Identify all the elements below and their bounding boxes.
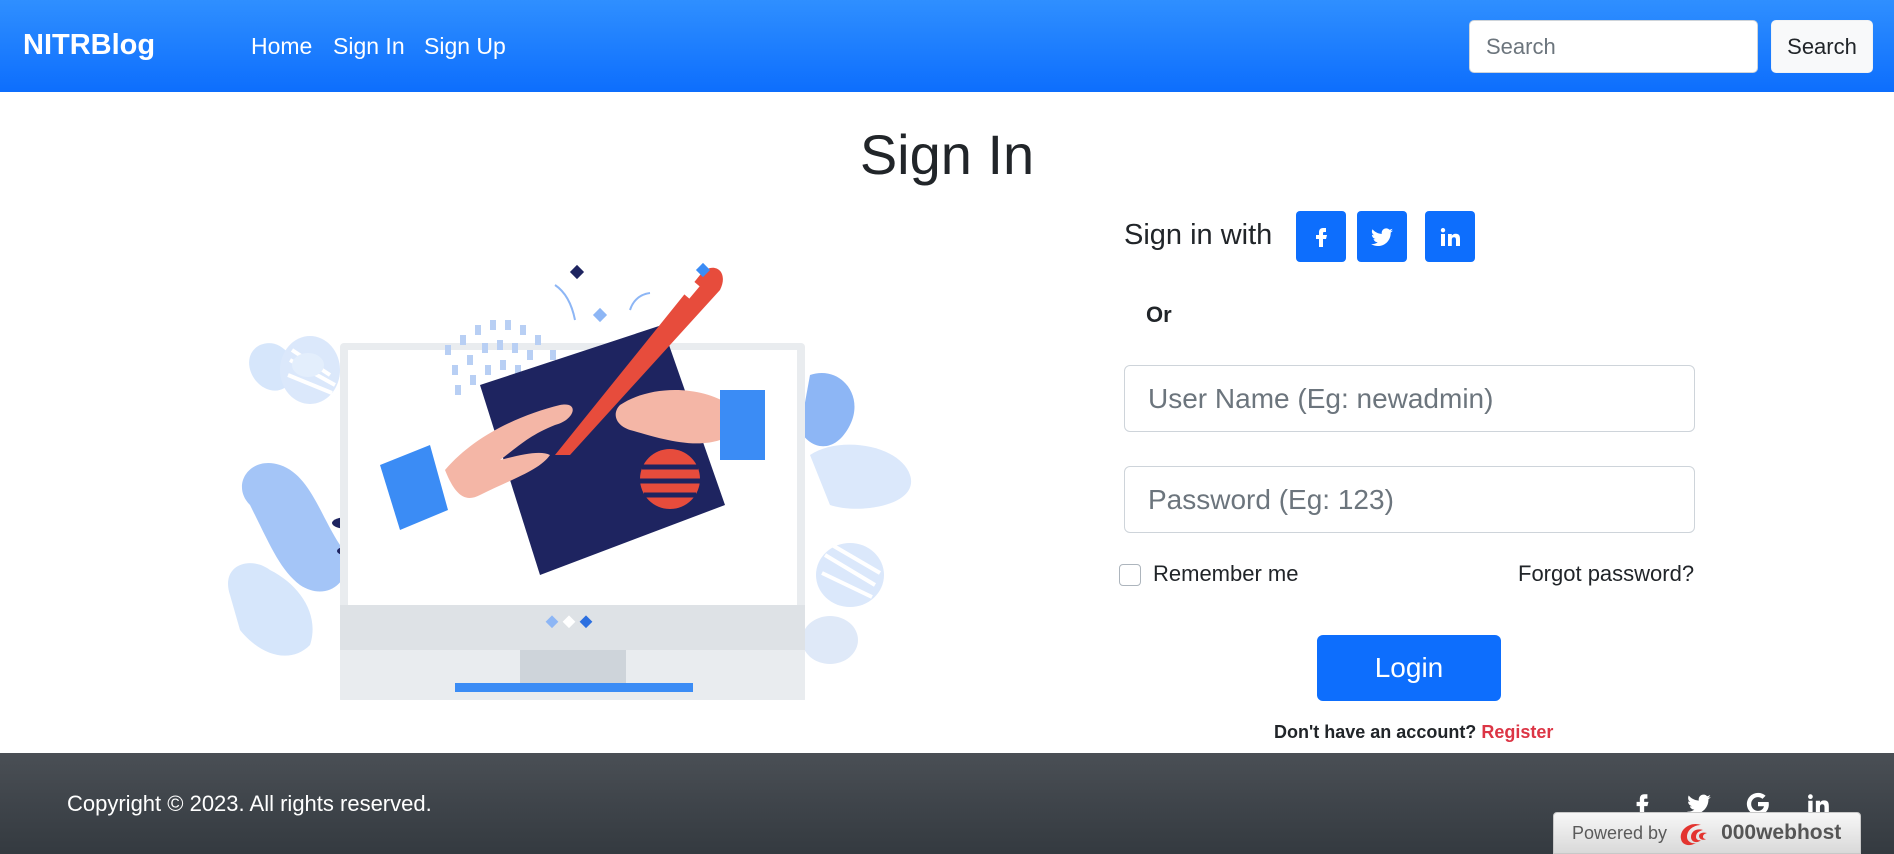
- login-button[interactable]: Login: [1317, 635, 1501, 701]
- navbar: NITRBlog Home Sign In Sign Up Search: [0, 0, 1894, 92]
- linkedin-icon: [1440, 227, 1460, 246]
- linkedin-button[interactable]: [1425, 211, 1475, 262]
- or-divider: Or: [1146, 302, 1172, 327]
- powered-by-text: Powered by: [1572, 822, 1668, 843]
- signin-illustration: [228, 262, 912, 700]
- webhost-logo-icon: [1680, 823, 1708, 846]
- nav-link-sign-in[interactable]: Sign In: [333, 33, 405, 60]
- powered-by-badge[interactable]: Powered by 000webhost: [1553, 812, 1861, 854]
- copyright-text: Copyright © 2023. All rights reserved.: [67, 791, 432, 816]
- page-title: Sign In: [0, 122, 1894, 187]
- twitter-button[interactable]: [1357, 211, 1407, 262]
- remember-checkbox[interactable]: [1119, 564, 1141, 586]
- footer: Copyright © 2023. All rights reserved. P…: [0, 753, 1894, 854]
- facebook-button[interactable]: [1296, 211, 1346, 262]
- nav-link-home[interactable]: Home: [251, 33, 312, 60]
- register-prompt: Don't have an account? Register: [1274, 722, 1553, 743]
- forgot-password-link[interactable]: Forgot password?: [1518, 561, 1694, 587]
- username-field[interactable]: [1124, 365, 1695, 432]
- twitter-icon: [1371, 227, 1393, 246]
- search-button[interactable]: Search: [1771, 20, 1873, 73]
- password-field[interactable]: [1124, 466, 1695, 533]
- search-input[interactable]: [1469, 20, 1758, 73]
- nav-link-sign-up[interactable]: Sign Up: [424, 33, 506, 60]
- remember-label[interactable]: Remember me: [1153, 561, 1298, 587]
- page-title-text: Sign In: [859, 123, 1035, 186]
- brand-logo[interactable]: NITRBlog: [23, 29, 155, 62]
- facebook-icon: [1316, 227, 1327, 247]
- signin-with-label: Sign in with: [1124, 219, 1273, 251]
- powered-by-brand: 000webhost: [1721, 821, 1842, 844]
- no-account-text: Don't have an account?: [1274, 722, 1477, 742]
- register-link[interactable]: Register: [1481, 722, 1553, 742]
